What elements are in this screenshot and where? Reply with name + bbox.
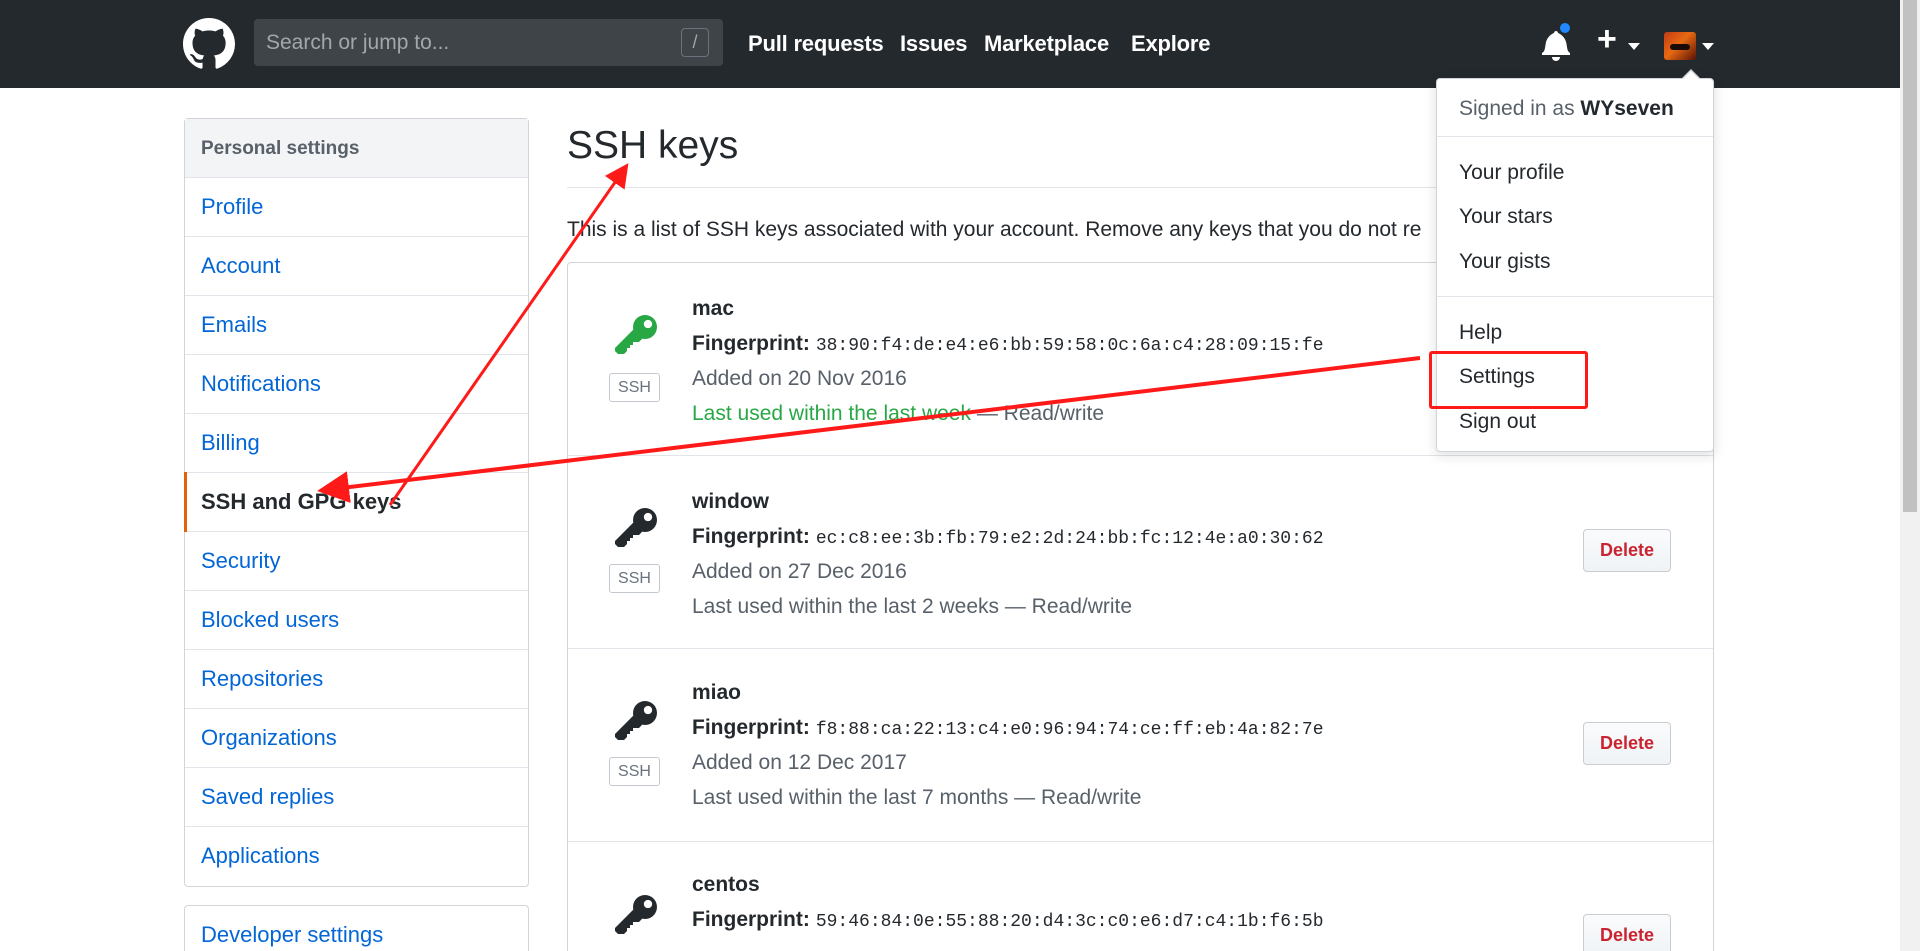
menu-item-sign-out[interactable]: Sign out	[1459, 410, 1536, 434]
key-title: window	[692, 490, 769, 513]
fingerprint-value: 38:90:f4:de:e4:e6:bb:59:58:0c:6a:c4:28:0…	[815, 336, 1324, 356]
sidebar-item-organizations[interactable]: Organizations	[185, 709, 528, 768]
sidebar-item-developer-settings[interactable]: Developer settings	[184, 905, 529, 951]
menu-item-help[interactable]: Help	[1459, 321, 1502, 345]
ssh-key-row: SSH window Fingerprint: ec:c8:ee:3b:fb:79…	[568, 456, 1713, 649]
fingerprint-line: Fingerprint: 38:90:f4:de:e4:e6:bb:59:58:0…	[692, 332, 1324, 356]
last-used: Last used within the last 7 months — Rea…	[692, 786, 1142, 809]
chevron-down-icon[interactable]	[1628, 43, 1640, 50]
added-date: Added on 20 Nov 2016	[692, 367, 907, 390]
menu-item-your-gists[interactable]: Your gists	[1459, 250, 1550, 274]
fingerprint-value: f8:88:ca:22:13:c4:e0:96:94:74:ce:ff:eb:4…	[815, 720, 1324, 740]
added-date: Added on 12 Dec 2017	[692, 751, 907, 774]
nav-pull-requests[interactable]: Pull requests	[748, 31, 884, 57]
delete-key-button[interactable]: Delete	[1583, 529, 1671, 572]
settings-sidebar: Personal settings Profile Account Emails…	[184, 118, 529, 887]
sidebar-item-applications[interactable]: Applications	[185, 827, 528, 886]
key-icon	[615, 701, 657, 740]
menu-divider	[1437, 136, 1713, 137]
sidebar-item-blocked-users[interactable]: Blocked users	[185, 591, 528, 650]
notification-indicator	[1558, 21, 1572, 35]
sidebar-item-account[interactable]: Account	[185, 237, 528, 296]
last-used: Last used within the last week — Read/wr…	[692, 402, 1105, 425]
plus-icon[interactable]: +	[1597, 22, 1617, 56]
key-title: centos	[692, 873, 760, 896]
menu-divider	[1437, 296, 1713, 297]
search-box[interactable]: /	[254, 19, 723, 66]
nav-issues[interactable]: Issues	[900, 31, 967, 57]
intro-text: This is a list of SSH keys associated wi…	[567, 218, 1422, 241]
fingerprint-line: Fingerprint: ec:c8:ee:3b:fb:79:e2:2d:24:b…	[692, 525, 1324, 549]
top-header: / Pull requests Issues Marketplace Explo…	[0, 0, 1900, 88]
sidebar-item-billing[interactable]: Billing	[185, 414, 528, 473]
search-shortcut-key: /	[681, 28, 709, 57]
search-input[interactable]	[254, 19, 723, 66]
delete-key-button[interactable]: Delete	[1583, 722, 1671, 765]
nav-explore[interactable]: Explore	[1131, 31, 1210, 57]
scrollbar-thumb[interactable]	[1903, 0, 1917, 512]
ssh-badge: SSH	[609, 757, 660, 786]
menu-item-your-profile[interactable]: Your profile	[1459, 161, 1564, 185]
key-icon	[615, 508, 657, 547]
sidebar-item-repositories[interactable]: Repositories	[185, 650, 528, 709]
sidebar-item-profile[interactable]: Profile	[185, 178, 528, 237]
sidebar-item-emails[interactable]: Emails	[185, 296, 528, 355]
sidebar-item-notifications[interactable]: Notifications	[185, 355, 528, 414]
sidebar-item-security[interactable]: Security	[185, 532, 528, 591]
fingerprint-value: ec:c8:ee:3b:fb:79:e2:2d:24:bb:fc:12:4e:a…	[815, 529, 1324, 549]
chevron-down-icon[interactable]	[1702, 43, 1714, 50]
ssh-badge: SSH	[609, 564, 660, 593]
added-date: Added on 27 Dec 2016	[692, 560, 907, 583]
ssh-badge: SSH	[609, 373, 660, 402]
sidebar-item-ssh-gpg-keys[interactable]: SSH and GPG keys	[184, 472, 528, 532]
nav-marketplace[interactable]: Marketplace	[984, 31, 1109, 57]
fingerprint-line: Fingerprint: 59:46:84:0e:55:88:20:d4:3c:c…	[692, 908, 1324, 932]
page-title: SSH keys	[567, 124, 739, 167]
sidebar-heading: Personal settings	[185, 119, 528, 178]
menu-item-your-stars[interactable]: Your stars	[1459, 205, 1553, 229]
key-icon	[615, 315, 657, 354]
signed-in-as: Signed in as WYseven	[1459, 97, 1674, 120]
avatar[interactable]	[1664, 32, 1696, 60]
ssh-key-row: centos Fingerprint: 59:46:84:0e:55:88:20:…	[568, 842, 1713, 951]
github-logo-icon[interactable]	[183, 18, 235, 70]
key-icon	[615, 895, 657, 934]
last-used: Last used within the last 2 weeks — Read…	[692, 595, 1133, 618]
key-title: mac	[692, 297, 735, 320]
ssh-key-row: SSH miao Fingerprint: f8:88:ca:22:13:c4:e…	[568, 649, 1713, 842]
delete-key-button[interactable]: Delete	[1583, 914, 1671, 951]
sidebar-item-saved-replies[interactable]: Saved replies	[185, 768, 528, 827]
fingerprint-line: Fingerprint: f8:88:ca:22:13:c4:e0:96:94:7…	[692, 716, 1324, 740]
fingerprint-value: 59:46:84:0e:55:88:20:d4:3c:c0:e6:d7:c4:1…	[815, 912, 1324, 932]
key-title: miao	[692, 681, 742, 704]
username: WYseven	[1580, 97, 1674, 120]
annotation-highlight-box	[1429, 351, 1588, 409]
